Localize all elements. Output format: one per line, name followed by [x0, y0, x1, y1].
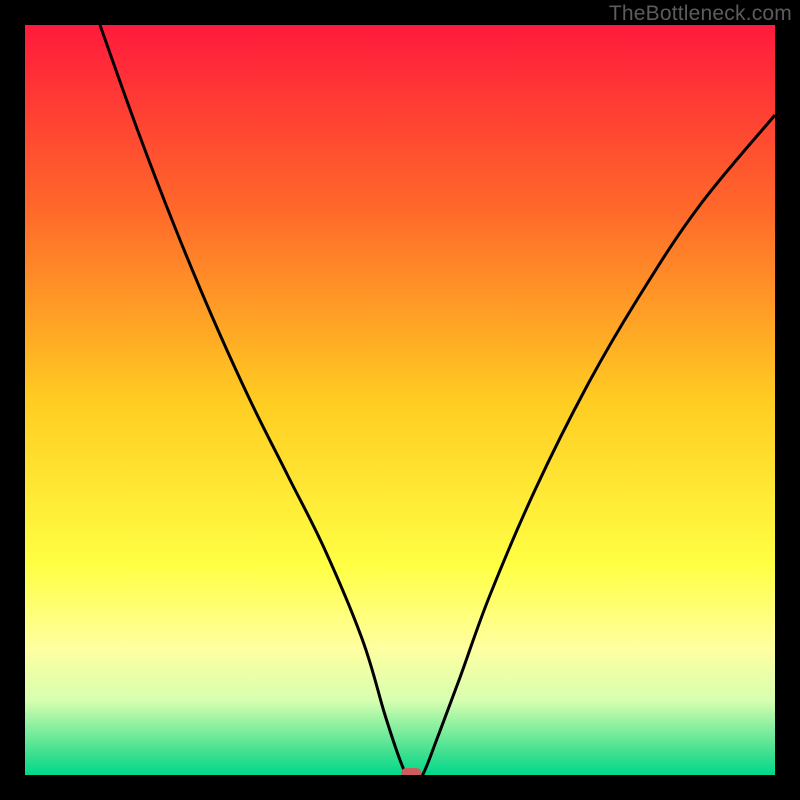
gradient-background [25, 25, 775, 775]
attribution-label: TheBottleneck.com [609, 2, 792, 26]
chart-frame: TheBottleneck.com [0, 0, 800, 800]
value-marker [401, 768, 421, 775]
plot-area [25, 25, 775, 775]
bottleneck-chart [25, 25, 775, 775]
